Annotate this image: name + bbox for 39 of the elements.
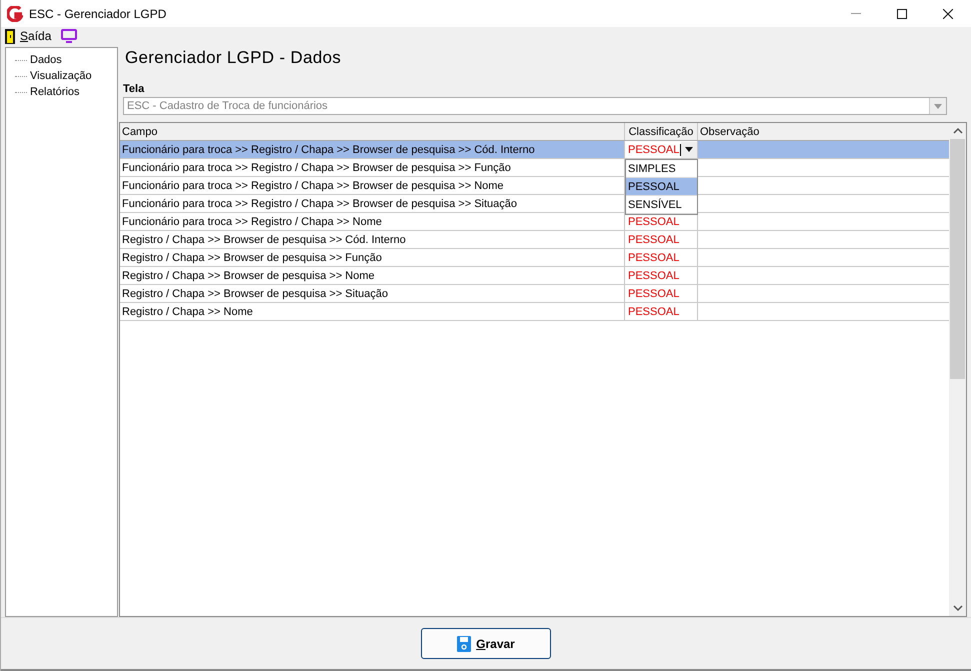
table-cell: PESSOAL [625, 249, 698, 266]
page-heading: Gerenciador LGPD - Dados [124, 47, 342, 69]
table-cell: PESSOAL [625, 267, 698, 284]
table-row[interactable]: Registro / Chapa >> Browser de pesquisa >> Cód. Interno PESSOAL [120, 231, 949, 249]
exit-menu-item[interactable]: Saída [5, 28, 56, 44]
table-cell: PESSOAL [625, 231, 698, 248]
column-header: Campo [120, 123, 625, 140]
minimize-icon [851, 13, 861, 14]
close-icon [943, 8, 953, 18]
door-icon [5, 28, 15, 44]
dropdown-option[interactable]: PESSOAL [626, 178, 697, 196]
app-logo-icon [7, 6, 23, 22]
tree-item[interactable]: Visualização [29, 70, 93, 82]
table-cell: PESSOAL [625, 303, 698, 320]
maximize-icon [897, 8, 907, 18]
table-cell: Registro / Chapa >> Browser de pesquisa >> Nome [120, 267, 625, 284]
table-row[interactable]: Funcionário para troca >> Registro / Chapa >> Browser de pesquisa >> Cód. Interno PESSOAL [120, 141, 949, 159]
tree-item[interactable]: Dados [29, 54, 63, 66]
table-row[interactable]: Registro / Chapa >> Nome PESSOAL [120, 303, 949, 321]
table-row[interactable]: Registro / Chapa >> Browser de pesquisa >> Nome PESSOAL [120, 267, 949, 285]
column-header: Observação [699, 124, 760, 140]
save-button[interactable]: Gravar [421, 628, 551, 659]
column-header: Classificação [625, 123, 698, 140]
window-title: ESC - Gerenciador LGPD [29, 6, 168, 20]
table-cell: PESSOAL [625, 285, 698, 302]
scrollbar[interactable] [949, 123, 966, 616]
monitor-icon [61, 29, 78, 43]
table-row[interactable]: Registro / Chapa >> Browser de pesquisa >> Situação PESSOAL [120, 285, 949, 303]
table-cell: Registro / Chapa >> Browser de pesquisa >> Situação [120, 285, 625, 302]
table-cell: Registro / Chapa >> Browser de pesquisa >> Cód. Interno [120, 231, 625, 248]
dropdown-option[interactable]: SENSÍVEL [626, 196, 697, 214]
table-row[interactable]: Registro / Chapa >> Browser de pesquisa >> Função PESSOAL [120, 249, 949, 267]
classification-editor[interactable]: PESSOAL [625, 141, 698, 158]
caret-icon [685, 147, 694, 152]
table-cell: Registro / Chapa >> Nome [120, 303, 625, 320]
caret-icon [934, 104, 942, 108]
table-cell: Registro / Chapa >> Browser de pesquisa >> Função [120, 249, 625, 266]
field-label: Tela [123, 83, 146, 95]
tree-item[interactable]: Relatórios [29, 86, 81, 98]
